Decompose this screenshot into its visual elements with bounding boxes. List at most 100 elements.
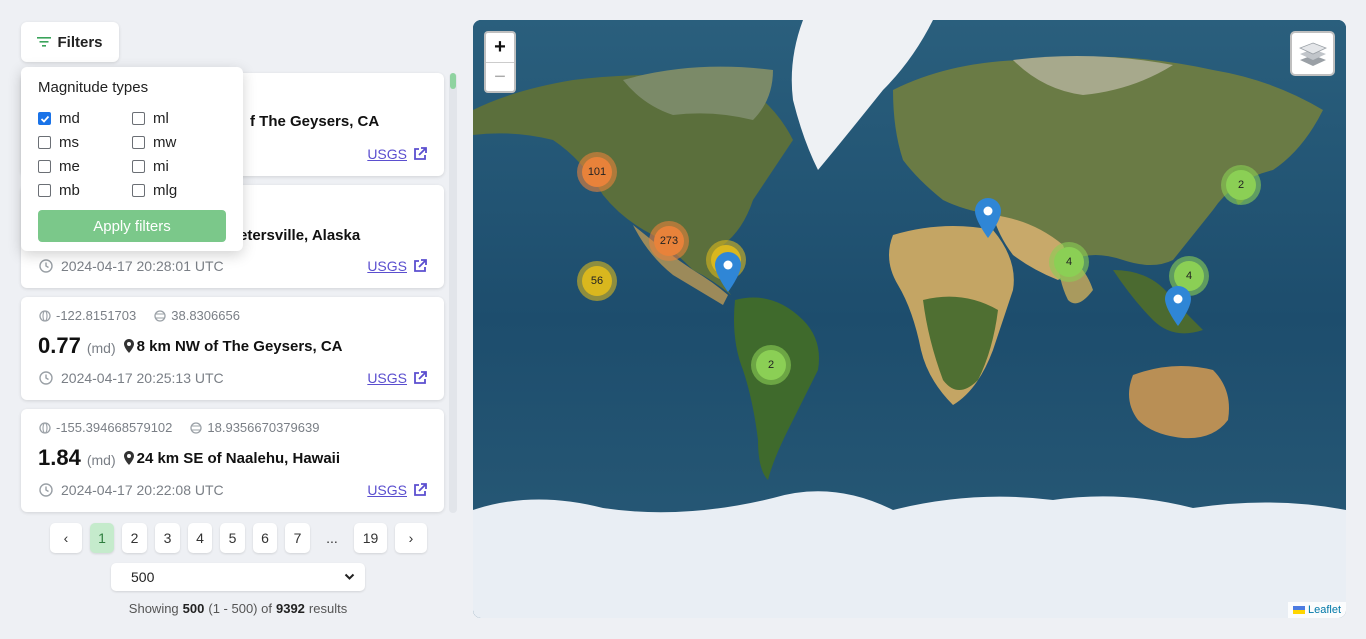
page-button-4[interactable]: 4 xyxy=(188,523,212,553)
checkbox-mb[interactable] xyxy=(38,184,51,197)
event-latitude: 18.9356670379639 xyxy=(207,420,320,435)
location-pin-icon xyxy=(123,451,134,465)
external-link-icon xyxy=(414,147,427,160)
clock-icon xyxy=(39,259,53,273)
event-time: 2024-04-17 20:28:01 UTC xyxy=(39,258,224,274)
magtype-option-ms[interactable]: ms xyxy=(38,134,79,151)
page-button-5[interactable]: 5 xyxy=(220,523,245,553)
checkbox-me[interactable] xyxy=(38,160,51,173)
list-scrollbar[interactable] xyxy=(449,73,457,513)
usgs-link[interactable]: USGS xyxy=(367,258,427,274)
cluster-marker[interactable]: 273 xyxy=(649,221,689,261)
filters-label: Filters xyxy=(57,33,103,51)
magtype-option-mi[interactable]: mi xyxy=(132,158,169,175)
longitude-icon xyxy=(39,309,51,322)
event-longitude: -122.8151703 xyxy=(56,308,137,323)
page-ellipsis: ... xyxy=(326,530,338,546)
magtype-option-mlg[interactable]: mlg xyxy=(132,182,177,199)
layers-icon xyxy=(1298,42,1327,66)
zoom-in-button[interactable]: + xyxy=(486,33,514,62)
page-button-7[interactable]: 7 xyxy=(285,523,310,553)
event-time: 2024-04-17 20:22:08 UTC xyxy=(39,482,224,498)
cluster-count: 56 xyxy=(582,266,612,296)
external-link-icon xyxy=(414,371,427,384)
event-magnitude: 1.84 xyxy=(38,445,81,470)
event-marker[interactable] xyxy=(975,198,1001,238)
latitude-icon xyxy=(190,421,203,434)
event-marker[interactable] xyxy=(715,252,741,292)
event-main-line: 1.84 (md) 24 km SE of Naalehu, Hawaii xyxy=(38,445,340,471)
event-card[interactable]: -155.394668579102 18.9356670379639 1.84 … xyxy=(21,409,444,512)
magtype-option-me[interactable]: me xyxy=(38,158,80,175)
satellite-basemap xyxy=(473,20,1346,618)
prev-page-button[interactable]: ‹ xyxy=(50,523,82,553)
map-attribution[interactable]: Leaflet xyxy=(1287,602,1346,618)
checkbox-mw[interactable] xyxy=(132,136,145,149)
checkbox-ms[interactable] xyxy=(38,136,51,149)
clock-icon xyxy=(39,371,53,385)
checkbox-md[interactable] xyxy=(38,112,51,125)
page-button-1[interactable]: 1 xyxy=(90,523,114,553)
checkbox-ml[interactable] xyxy=(132,112,145,125)
map-view[interactable]: + − 101 273 56 2 2 4 4 Leaflet xyxy=(473,20,1346,618)
chevron-down-icon xyxy=(344,573,355,580)
event-place: Petersville, Alaska xyxy=(229,227,361,244)
page-button-2[interactable]: 2 xyxy=(122,523,147,553)
cluster-marker[interactable]: 56 xyxy=(577,261,617,301)
magtype-option-mb[interactable]: mb xyxy=(38,182,80,199)
layers-control-button[interactable] xyxy=(1290,31,1335,76)
per-page-select[interactable]: 500 xyxy=(111,563,365,591)
event-place: 8 km NW of The Geysers, CA xyxy=(123,338,343,355)
page-button-19[interactable]: 19 xyxy=(354,523,387,553)
filter-icon xyxy=(37,36,52,48)
location-pin-icon xyxy=(123,339,134,353)
checkbox-mi[interactable] xyxy=(132,160,145,173)
filter-dropdown-title: Magnitude types xyxy=(38,79,149,96)
next-page-button[interactable]: › xyxy=(395,523,427,553)
event-magnitude-type: (md) xyxy=(86,452,116,468)
checkbox-mlg[interactable] xyxy=(132,184,145,197)
page-button-3[interactable]: 3 xyxy=(155,523,180,553)
magtype-option-md[interactable]: md xyxy=(38,110,80,127)
clock-icon xyxy=(39,483,53,497)
cluster-count: 101 xyxy=(582,157,612,187)
zoom-out-button[interactable]: − xyxy=(486,62,514,91)
filters-button[interactable]: Filters xyxy=(21,22,119,62)
filter-dropdown: Magnitude types md ml ms mw me mi mb mlg… xyxy=(21,67,243,251)
ukraine-flag-icon xyxy=(1292,606,1305,614)
cluster-count: 273 xyxy=(654,226,684,256)
longitude-icon xyxy=(39,421,51,434)
apply-filters-button[interactable]: Apply filters xyxy=(38,210,226,242)
list-scrollbar-thumb[interactable] xyxy=(450,73,456,89)
event-marker[interactable] xyxy=(1165,286,1191,326)
zoom-control: + − xyxy=(484,31,516,93)
cluster-marker[interactable]: 2 xyxy=(751,345,791,385)
event-main-line: 0.77 (md) 8 km NW of The Geysers, CA xyxy=(38,333,343,359)
latitude-icon xyxy=(154,309,166,322)
event-magnitude: 0.77 xyxy=(38,333,81,358)
cluster-marker[interactable]: 101 xyxy=(577,152,617,192)
event-card[interactable]: -122.8151703 38.8306656 0.77 (md) 8 km N… xyxy=(21,297,444,400)
usgs-link[interactable]: USGS xyxy=(367,370,427,386)
cluster-count: 4 xyxy=(1054,247,1084,277)
external-link-icon xyxy=(414,483,427,496)
external-link-icon xyxy=(414,259,427,272)
event-latitude: 38.8306656 xyxy=(171,308,240,323)
cluster-marker[interactable]: 2 xyxy=(1221,165,1261,205)
event-coords: -122.8151703 38.8306656 xyxy=(39,308,240,323)
event-longitude: -155.394668579102 xyxy=(56,420,173,435)
event-magnitude-type: (md) xyxy=(86,340,116,356)
usgs-link[interactable]: USGS xyxy=(367,482,427,498)
event-coords: -155.394668579102 18.9356670379639 xyxy=(39,420,319,435)
event-place: 24 km SE of Naalehu, Hawaii xyxy=(123,450,340,467)
results-summary: Showing 500 (1 - 500) of 9392 results xyxy=(128,601,348,616)
cluster-marker[interactable]: 4 xyxy=(1049,242,1089,282)
cluster-count: 2 xyxy=(756,350,786,380)
usgs-link[interactable]: USGS xyxy=(367,146,427,162)
cluster-count: 2 xyxy=(1226,170,1256,200)
magtype-option-mw[interactable]: mw xyxy=(132,134,176,151)
magtype-option-ml[interactable]: ml xyxy=(132,110,169,127)
event-time: 2024-04-17 20:25:13 UTC xyxy=(39,370,224,386)
page-button-6[interactable]: 6 xyxy=(253,523,277,553)
event-place: f The Geysers, CA xyxy=(250,113,380,130)
